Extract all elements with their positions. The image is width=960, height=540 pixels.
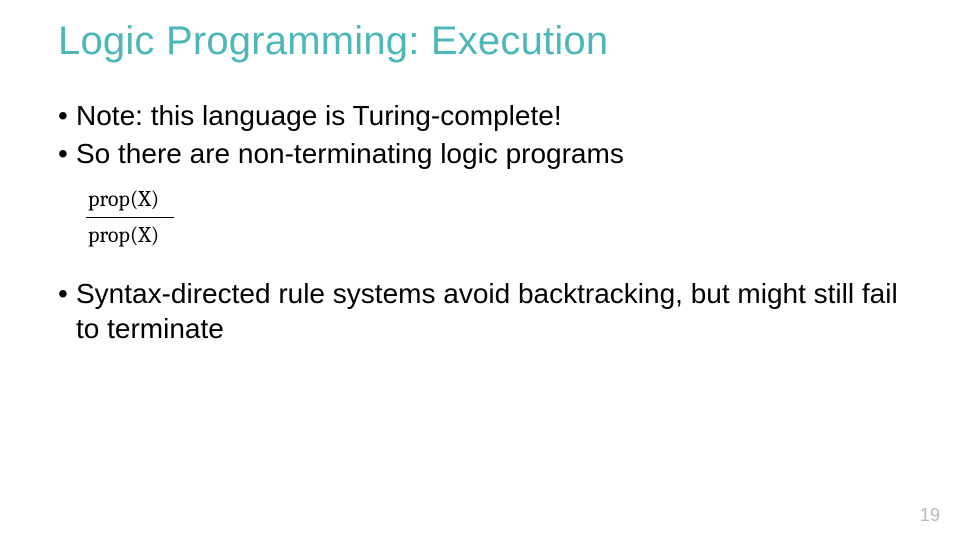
slide-container: Logic Programming: Execution Note: this …: [0, 0, 960, 540]
slide-title: Logic Programming: Execution: [58, 18, 902, 64]
rule-conclusion-text: prop(X): [88, 222, 159, 248]
bullet-item: Note: this language is Turing-complete!: [58, 98, 902, 134]
bullet-list-1: Note: this language is Turing-complete! …: [58, 98, 902, 172]
rule-conclusion: prop(X): [86, 220, 902, 250]
rule-premise-text: prop(X): [88, 186, 159, 212]
rule-divider: [86, 217, 174, 218]
page-number: 19: [920, 505, 940, 526]
bullet-item: Syntax-directed rule systems avoid backt…: [58, 276, 902, 348]
rule-premise: prop(X): [86, 186, 902, 216]
bullet-item: So there are non-terminating logic progr…: [58, 136, 902, 172]
inference-rule: prop(X) prop(X): [86, 186, 902, 250]
bullet-list-2: Syntax-directed rule systems avoid backt…: [58, 276, 902, 348]
